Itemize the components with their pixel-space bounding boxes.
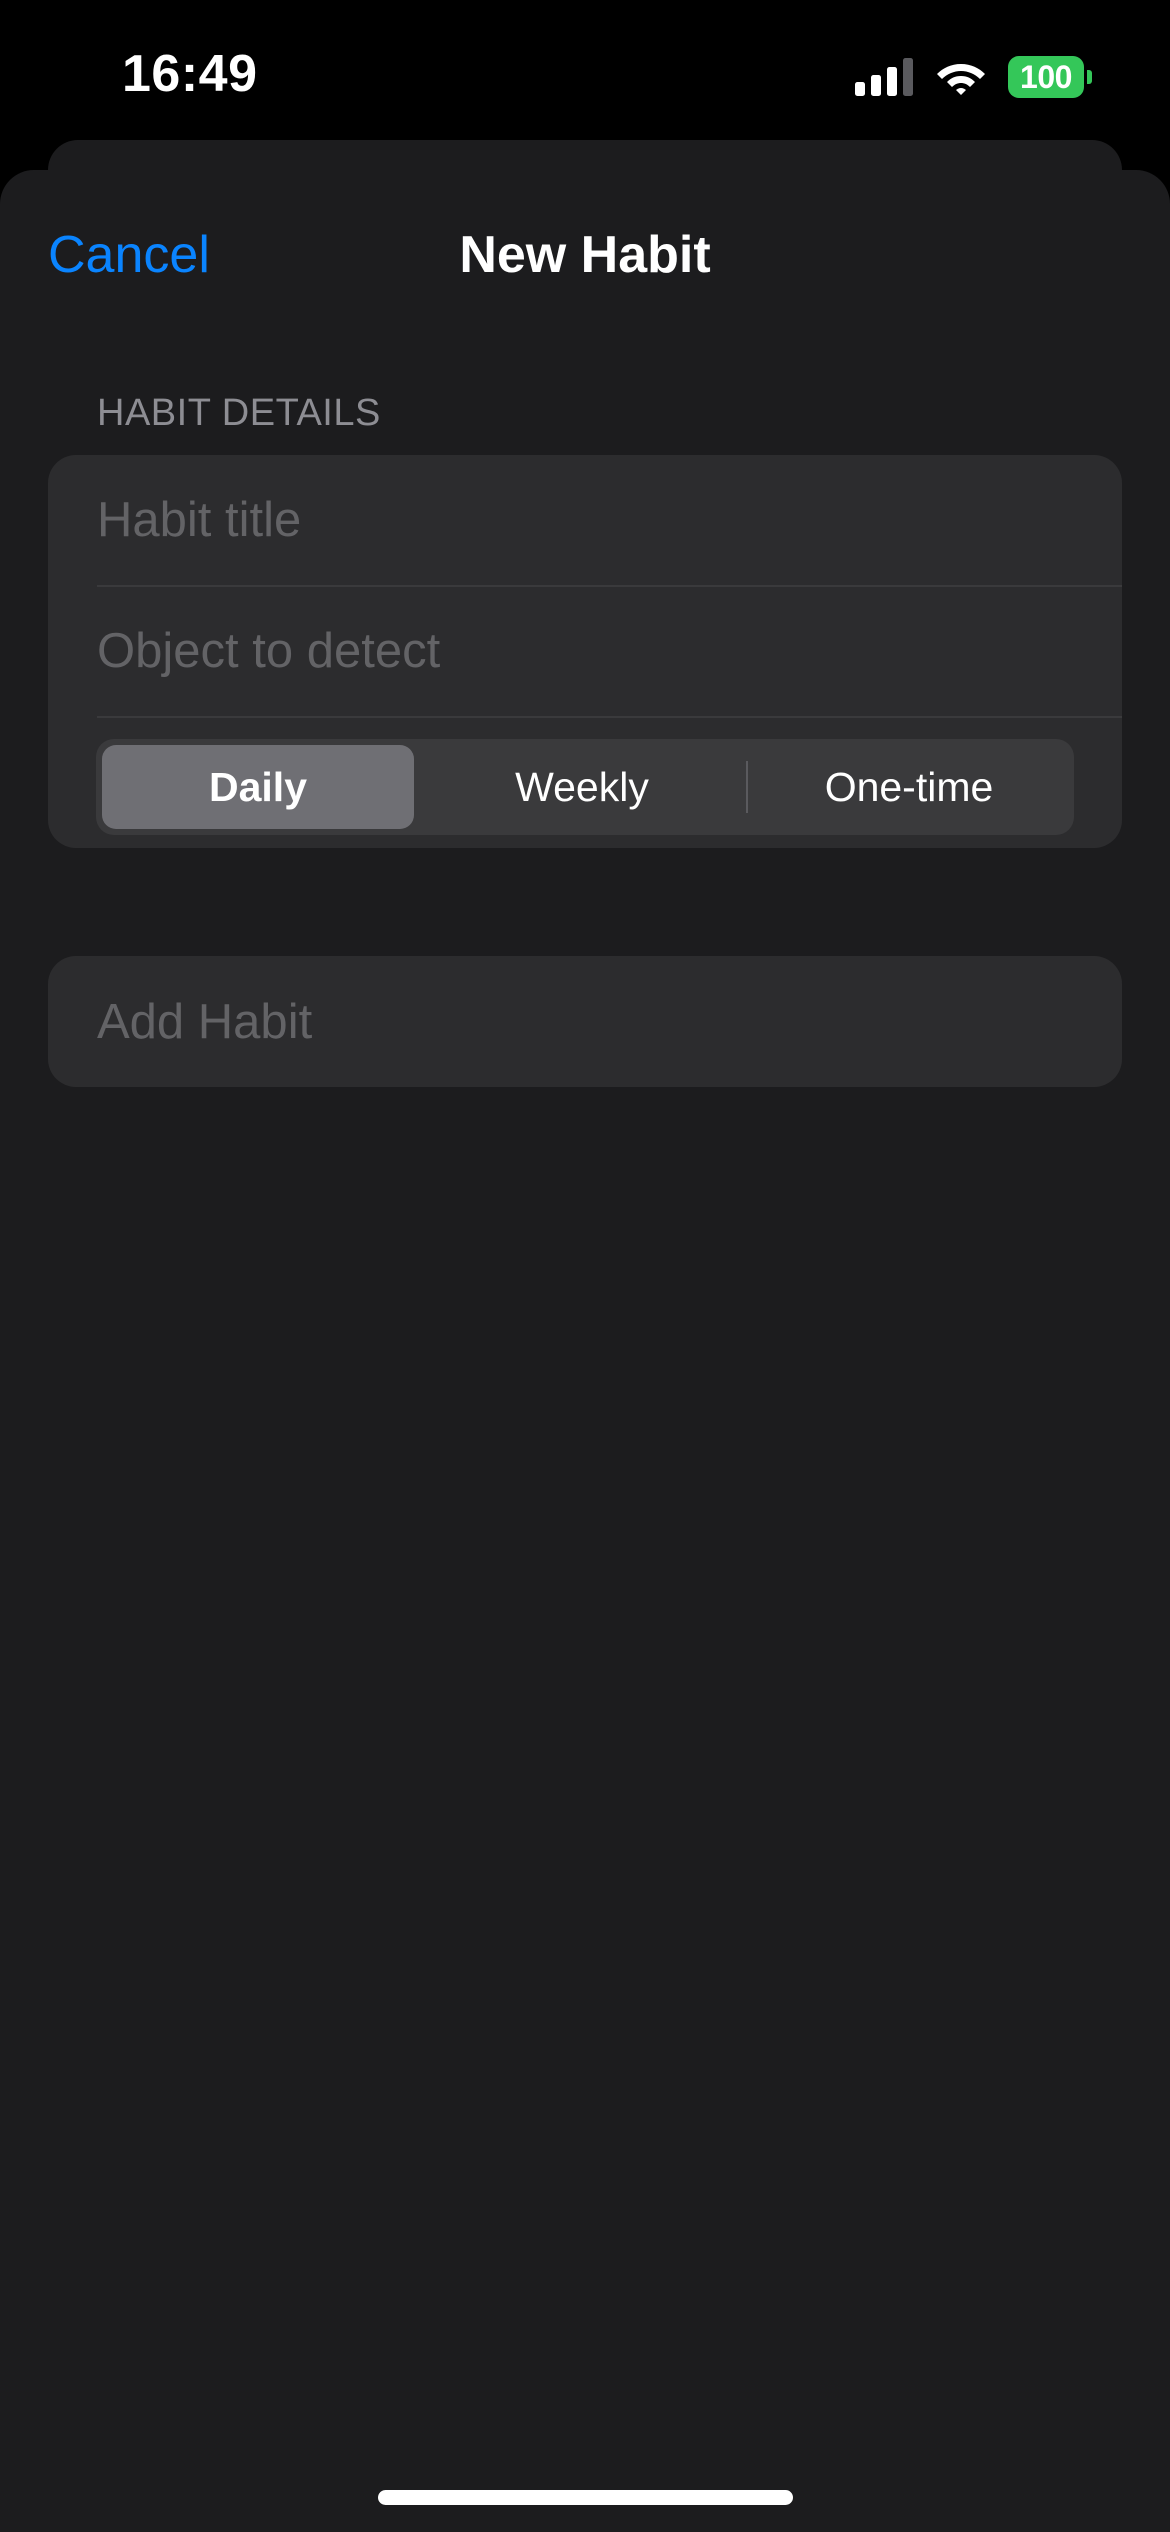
battery-level: 100: [1020, 58, 1072, 95]
segment-one-time[interactable]: One-time: [753, 745, 1065, 829]
status-bar: 16:49 100: [0, 0, 1170, 150]
new-habit-sheet: Cancel New Habit HABIT DETAILS Daily Wee…: [0, 170, 1170, 2532]
divider: [97, 716, 1122, 718]
segment-weekly[interactable]: Weekly: [426, 745, 738, 829]
screen: 16:49 100 Cancel New Habit HABIT DETAILS: [0, 0, 1170, 2532]
segment-daily[interactable]: Daily: [102, 745, 414, 829]
cellular-signal-icon: [855, 58, 913, 96]
segment-separator: [746, 761, 748, 813]
add-habit-button[interactable]: Add Habit: [48, 956, 1122, 1087]
battery-tip: [1087, 70, 1092, 84]
cancel-button[interactable]: Cancel: [48, 225, 210, 285]
status-time: 16:49: [122, 45, 258, 103]
habit-details-group: Daily Weekly One-time: [48, 455, 1122, 848]
battery-icon: 100: [1008, 56, 1092, 98]
section-header-habit-details: HABIT DETAILS: [97, 392, 381, 434]
habit-title-input[interactable]: [97, 455, 1122, 585]
home-indicator[interactable]: [378, 2490, 793, 2505]
battery-body: 100: [1008, 56, 1084, 98]
object-to-detect-input[interactable]: [97, 586, 1122, 716]
wifi-icon: [937, 64, 985, 95]
frequency-segmented-control: Daily Weekly One-time: [96, 739, 1074, 835]
